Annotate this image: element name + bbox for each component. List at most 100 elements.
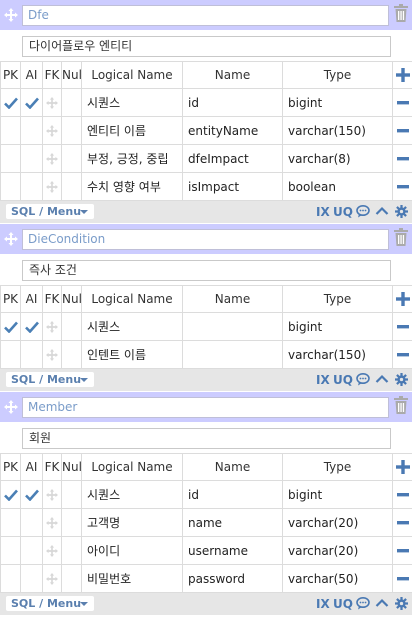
name-cell[interactable] xyxy=(182,312,283,341)
name-cell[interactable]: name xyxy=(182,508,283,537)
entity-name-input[interactable]: Member xyxy=(22,397,389,418)
type-cell[interactable]: bigint xyxy=(282,312,393,341)
type-cell[interactable]: varchar(50) xyxy=(282,564,393,593)
type-cell[interactable]: boolean xyxy=(282,172,393,201)
trash-icon[interactable] xyxy=(393,228,411,250)
logical-name-cell[interactable]: 수치 영향 여부 xyxy=(81,172,183,201)
trash-icon[interactable] xyxy=(393,4,411,26)
move-icon[interactable] xyxy=(2,397,20,417)
ai-cell[interactable] xyxy=(20,172,43,201)
pk-cell[interactable] xyxy=(0,172,21,201)
add-column-button[interactable] xyxy=(392,285,412,313)
fk-cell[interactable] xyxy=(42,536,62,565)
gear-icon[interactable] xyxy=(395,205,409,219)
null-cell[interactable] xyxy=(61,564,82,593)
gear-icon[interactable] xyxy=(395,373,409,387)
fk-cell[interactable] xyxy=(42,172,62,201)
ai-cell[interactable] xyxy=(20,88,43,117)
index-button[interactable]: IX xyxy=(316,205,330,219)
entity-name-input[interactable]: Dfe xyxy=(22,5,389,26)
sql-menu-dropdown[interactable]: SQL / Menu xyxy=(6,372,94,387)
null-cell[interactable] xyxy=(61,88,82,117)
type-cell[interactable]: bigint xyxy=(282,480,393,509)
gear-icon[interactable] xyxy=(395,597,409,611)
remove-column-button[interactable] xyxy=(392,312,412,341)
pk-cell[interactable] xyxy=(0,144,21,173)
logical-name-cell[interactable]: 부정, 긍정, 중립 xyxy=(81,144,183,173)
comment-icon[interactable] xyxy=(356,205,370,219)
type-cell[interactable]: bigint xyxy=(282,88,393,117)
remove-column-button[interactable] xyxy=(392,508,412,537)
unique-button[interactable]: UQ xyxy=(333,205,353,219)
type-cell[interactable]: varchar(20) xyxy=(282,536,393,565)
type-cell[interactable]: varchar(8) xyxy=(282,144,393,173)
sql-menu-dropdown[interactable]: SQL / Menu xyxy=(6,204,94,219)
collapse-chevron-up-icon[interactable] xyxy=(375,598,389,612)
pk-cell[interactable] xyxy=(0,312,21,341)
name-cell[interactable]: password xyxy=(182,564,283,593)
remove-column-button[interactable] xyxy=(392,564,412,593)
add-column-button[interactable] xyxy=(392,453,412,481)
fk-cell[interactable] xyxy=(42,508,62,537)
logical-name-cell[interactable]: 시퀀스 xyxy=(81,312,183,341)
sql-menu-dropdown[interactable]: SQL / Menu xyxy=(6,596,94,611)
fk-cell[interactable] xyxy=(42,88,62,117)
pk-cell[interactable] xyxy=(0,340,21,369)
remove-column-button[interactable] xyxy=(392,340,412,369)
remove-column-button[interactable] xyxy=(392,88,412,117)
fk-cell[interactable] xyxy=(42,480,62,509)
collapse-chevron-up-icon[interactable] xyxy=(375,206,389,220)
type-cell[interactable]: varchar(150) xyxy=(282,116,393,145)
entity-name-input[interactable]: DieCondition xyxy=(22,229,389,250)
name-cell[interactable]: id xyxy=(182,480,283,509)
logical-name-cell[interactable]: 시퀀스 xyxy=(81,480,183,509)
comment-icon[interactable] xyxy=(356,373,370,387)
ai-cell[interactable] xyxy=(20,312,43,341)
collapse-chevron-up-icon[interactable] xyxy=(375,374,389,388)
name-cell[interactable]: isImpact xyxy=(182,172,283,201)
trash-icon[interactable] xyxy=(393,396,411,418)
null-cell[interactable] xyxy=(61,116,82,145)
logical-name-cell[interactable]: 비밀번호 xyxy=(81,564,183,593)
fk-cell[interactable] xyxy=(42,312,62,341)
null-cell[interactable] xyxy=(61,340,82,369)
remove-column-button[interactable] xyxy=(392,116,412,145)
fk-cell[interactable] xyxy=(42,564,62,593)
pk-cell[interactable] xyxy=(0,480,21,509)
ai-cell[interactable] xyxy=(20,144,43,173)
index-button[interactable]: IX xyxy=(316,597,330,611)
name-cell[interactable]: dfeImpact xyxy=(182,144,283,173)
pk-cell[interactable] xyxy=(0,508,21,537)
move-icon[interactable] xyxy=(2,5,20,25)
null-cell[interactable] xyxy=(61,480,82,509)
ai-cell[interactable] xyxy=(20,536,43,565)
index-button[interactable]: IX xyxy=(316,373,330,387)
logical-name-cell[interactable]: 시퀀스 xyxy=(81,88,183,117)
logical-name-cell[interactable]: 엔티티 이름 xyxy=(81,116,183,145)
name-cell[interactable]: username xyxy=(182,536,283,565)
name-cell[interactable] xyxy=(182,340,283,369)
null-cell[interactable] xyxy=(61,536,82,565)
null-cell[interactable] xyxy=(61,172,82,201)
fk-cell[interactable] xyxy=(42,144,62,173)
remove-column-button[interactable] xyxy=(392,172,412,201)
entity-logical-name-input[interactable]: 즉사 조건 xyxy=(22,260,391,281)
type-cell[interactable]: varchar(150) xyxy=(282,340,393,369)
name-cell[interactable]: entityName xyxy=(182,116,283,145)
null-cell[interactable] xyxy=(61,312,82,341)
pk-cell[interactable] xyxy=(0,116,21,145)
ai-cell[interactable] xyxy=(20,480,43,509)
logical-name-cell[interactable]: 고객명 xyxy=(81,508,183,537)
add-column-button[interactable] xyxy=(392,61,412,89)
ai-cell[interactable] xyxy=(20,508,43,537)
remove-column-button[interactable] xyxy=(392,480,412,509)
remove-column-button[interactable] xyxy=(392,536,412,565)
pk-cell[interactable] xyxy=(0,564,21,593)
fk-cell[interactable] xyxy=(42,340,62,369)
ai-cell[interactable] xyxy=(20,116,43,145)
comment-icon[interactable] xyxy=(356,597,370,611)
unique-button[interactable]: UQ xyxy=(333,597,353,611)
null-cell[interactable] xyxy=(61,144,82,173)
logical-name-cell[interactable]: 아이디 xyxy=(81,536,183,565)
null-cell[interactable] xyxy=(61,508,82,537)
